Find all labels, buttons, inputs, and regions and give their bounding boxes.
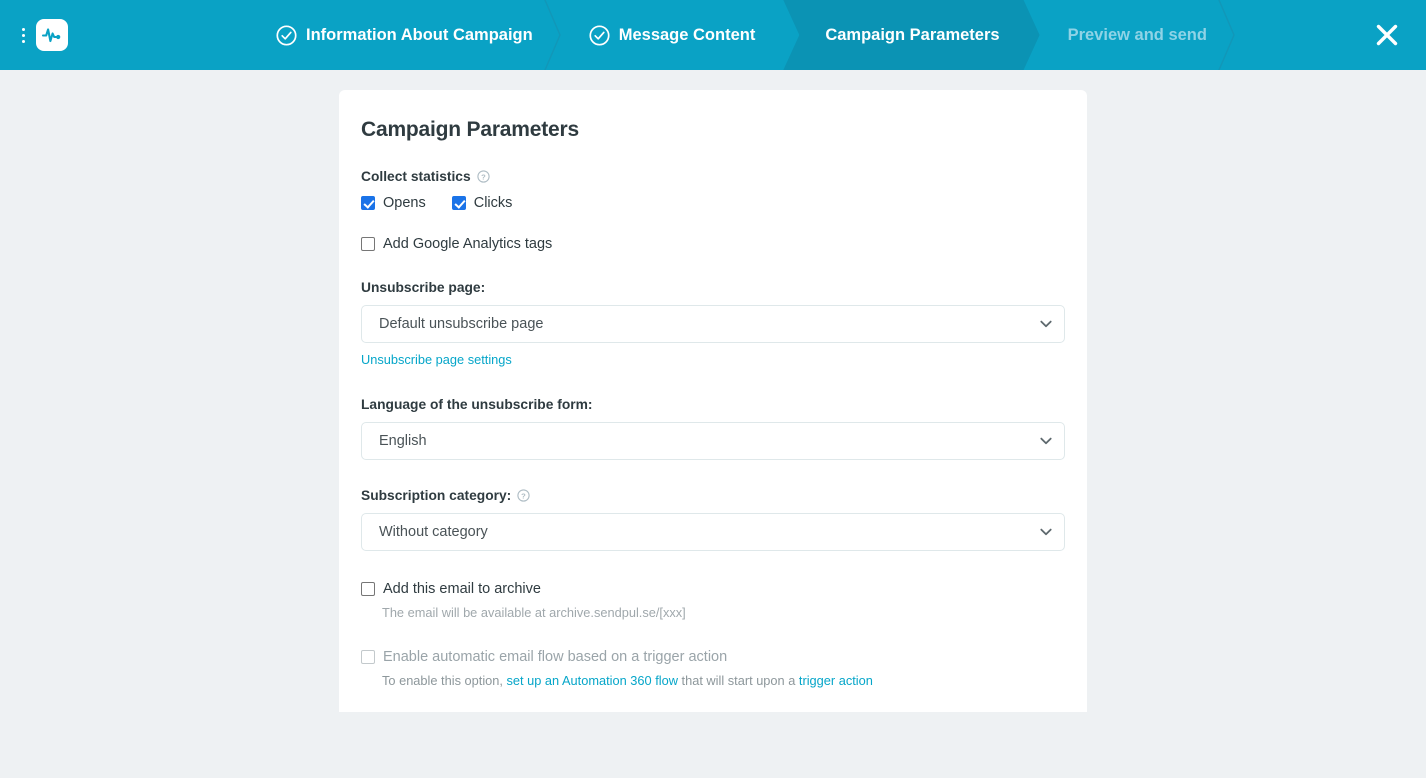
tab-separator-icon <box>1218 0 1236 70</box>
checkbox-row-google-analytics[interactable]: Add Google Analytics tags <box>361 236 1065 252</box>
tab-label: Preview and send <box>1067 25 1207 44</box>
chevron-down-icon <box>1040 528 1052 536</box>
trigger-hint-middle: that will start upon a <box>677 673 799 688</box>
check-circle-icon <box>276 24 297 46</box>
subscription-category-section: Subscription category: ? Without categor… <box>361 488 1065 551</box>
unsubscribe-language-value: English <box>379 433 427 449</box>
checkbox-archive-label: Add this email to archive <box>383 581 541 597</box>
subscription-category-select[interactable]: Without category <box>361 513 1065 551</box>
unsubscribe-language-section: Language of the unsubscribe form: Englis… <box>361 397 1065 460</box>
checkbox-archive[interactable] <box>361 582 375 596</box>
unsubscribe-language-select[interactable]: English <box>361 422 1065 460</box>
page-title: Campaign Parameters <box>361 118 579 141</box>
checkbox-google-analytics[interactable] <box>361 237 375 251</box>
kebab-dot <box>21 39 25 43</box>
kebab-dot <box>21 33 25 37</box>
subscription-category-label: Subscription category: ? <box>361 488 1065 503</box>
svg-text:?: ? <box>521 491 526 500</box>
tab-label: Campaign Parameters <box>825 25 1000 44</box>
campaign-step-tabs: Information About Campaign Message Conte… <box>248 0 1235 70</box>
tab-campaign-parameters[interactable]: Campaign Parameters <box>783 0 1039 70</box>
unsubscribe-page-value: Default unsubscribe page <box>379 316 544 332</box>
campaign-parameters-card: Campaign Parameters Collect statistics ?… <box>339 90 1087 712</box>
tab-message-content[interactable]: Message Content <box>561 0 784 70</box>
automation-360-flow-link[interactable]: set up an Automation 360 flow <box>507 673 678 688</box>
checkbox-opens[interactable] <box>361 196 375 210</box>
trigger-flow-hint: To enable this option, set up an Automat… <box>382 673 1065 688</box>
check-circle-icon <box>589 24 610 46</box>
chevron-down-icon <box>1040 437 1052 445</box>
checkbox-row-opens[interactable]: Opens <box>361 195 426 211</box>
unsubscribe-page-settings-link[interactable]: Unsubscribe page settings <box>361 352 512 367</box>
unsubscribe-language-label: Language of the unsubscribe form: <box>361 397 593 412</box>
unsubscribe-page-select[interactable]: Default unsubscribe page <box>361 305 1065 343</box>
checkbox-row-archive[interactable]: Add this email to archive <box>361 581 1065 597</box>
trigger-flow-section: Enable automatic email flow based on a t… <box>361 649 1065 688</box>
checkbox-trigger-flow <box>361 650 375 664</box>
svg-text:?: ? <box>481 172 486 181</box>
trigger-hint-prefix: To enable this option, <box>382 673 507 688</box>
help-icon[interactable]: ? <box>477 170 490 183</box>
archive-hint: The email will be available at archive.s… <box>382 605 686 620</box>
pulse-logo-icon[interactable] <box>36 19 68 51</box>
tab-label: Message Content <box>618 25 756 44</box>
close-icon[interactable] <box>1370 18 1404 52</box>
archive-section: Add this email to archive The email will… <box>361 581 1065 620</box>
tab-preview-and-send[interactable]: Preview and send <box>1040 0 1235 70</box>
collect-statistics-label: Collect statistics ? <box>361 169 1065 184</box>
tab-separator-icon <box>544 0 562 70</box>
kebab-dot <box>21 27 25 31</box>
checkbox-clicks-label: Clicks <box>473 195 513 211</box>
chevron-down-icon <box>1040 320 1052 328</box>
checkbox-opens-label: Opens <box>383 195 426 211</box>
checkbox-google-analytics-label: Add Google Analytics tags <box>383 236 553 252</box>
kebab-menu-icon[interactable] <box>12 27 34 43</box>
checkbox-row-clicks[interactable]: Clicks <box>451 195 513 211</box>
collect-statistics-options: Opens Clicks <box>361 195 1065 211</box>
subscription-category-value: Without category <box>379 524 488 540</box>
tab-label: Information About Campaign <box>306 25 533 44</box>
unsubscribe-page-label: Unsubscribe page: <box>361 280 486 295</box>
page-body: Campaign Parameters Collect statistics ?… <box>0 70 1426 778</box>
collect-statistics-text: Collect statistics <box>361 169 471 184</box>
checkbox-trigger-flow-label: Enable automatic email flow based on a t… <box>383 649 728 665</box>
subscription-category-text: Subscription category: <box>361 488 512 503</box>
help-icon[interactable]: ? <box>517 489 530 502</box>
trigger-action-link[interactable]: trigger action <box>799 673 873 688</box>
checkbox-clicks[interactable] <box>451 196 466 210</box>
top-navigation-bar: Information About Campaign Message Conte… <box>0 0 1426 70</box>
tab-information-about-campaign[interactable]: Information About Campaign <box>248 0 561 70</box>
checkbox-row-trigger-flow: Enable automatic email flow based on a t… <box>361 649 1065 665</box>
unsubscribe-page-section: Unsubscribe page: Default unsubscribe pa… <box>361 280 1065 369</box>
